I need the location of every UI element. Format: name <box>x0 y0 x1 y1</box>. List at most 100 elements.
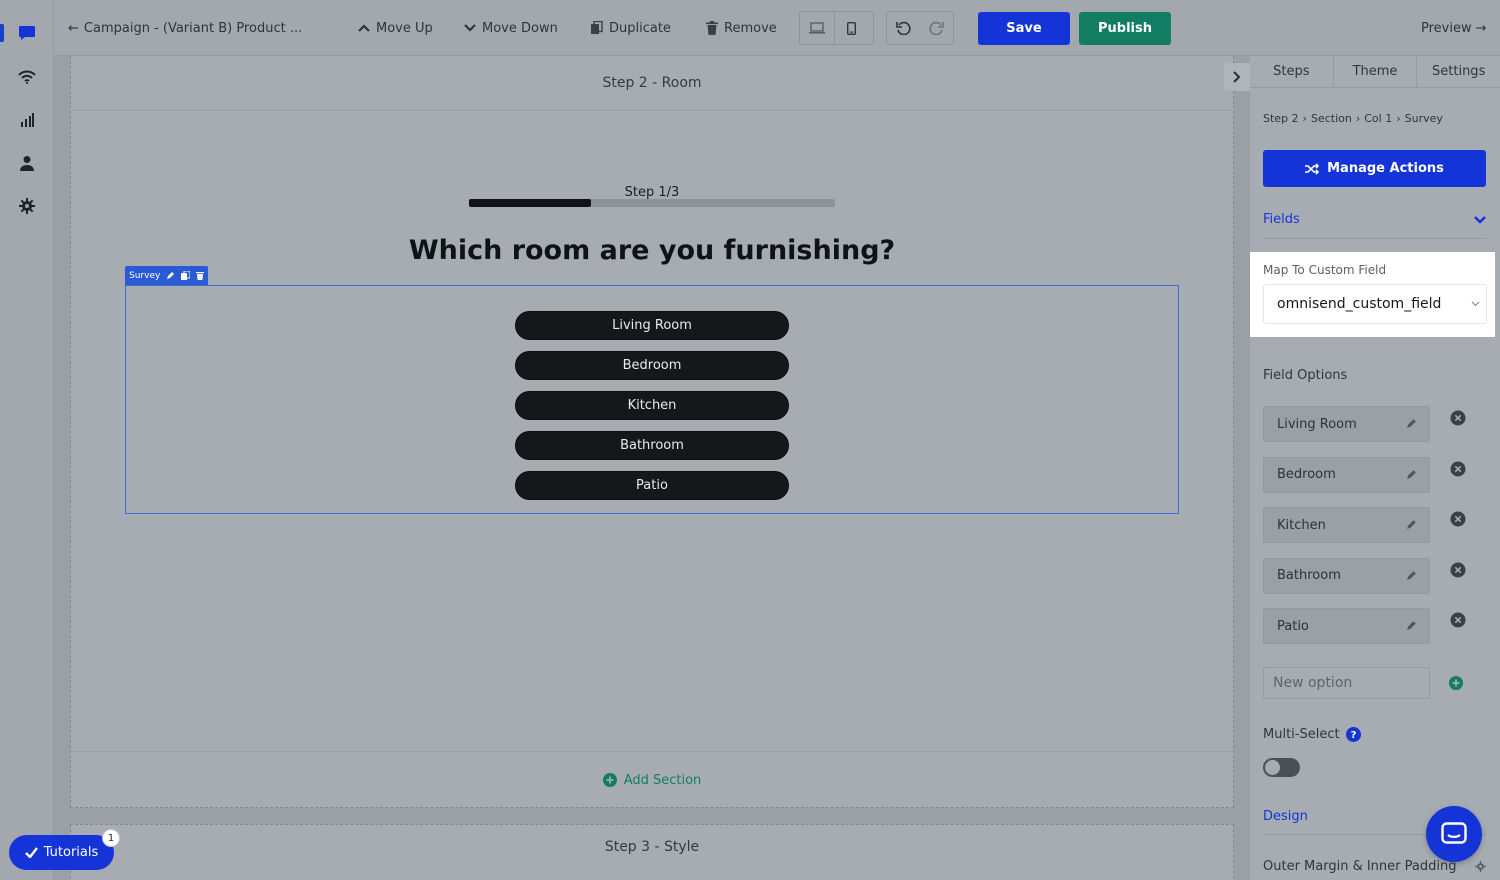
remove-option-icon[interactable] <box>1450 461 1466 477</box>
mobile-view-button[interactable] <box>834 12 868 44</box>
move-down-button[interactable]: Move Down <box>464 0 558 56</box>
check-icon <box>24 847 38 858</box>
publish-button[interactable]: Publish <box>1079 12 1171 45</box>
chevron-down-icon <box>1474 215 1486 224</box>
pencil-icon[interactable] <box>166 271 175 280</box>
step-2-title[interactable]: Step 2 - Room <box>71 56 1233 110</box>
manage-actions-button[interactable]: Manage Actions <box>1263 150 1486 187</box>
chevron-down-icon <box>464 24 476 32</box>
chat-bubble-icon <box>1441 822 1467 844</box>
survey-option-button[interactable]: Bedroom <box>515 351 789 380</box>
chat-launcher-button[interactable] <box>1426 806 1482 862</box>
multi-select-label: Multi-Select ? <box>1263 727 1361 742</box>
copy-icon <box>591 21 603 34</box>
pencil-icon[interactable] <box>1406 469 1417 480</box>
pencil-icon[interactable] <box>1406 418 1417 429</box>
preview-link[interactable]: Preview → <box>1421 0 1487 56</box>
back-link[interactable]: ← Campaign - (Variant B) Product ... <box>68 0 302 56</box>
step-2-container: Step 2 - Room Step 1/3 Which room are yo… <box>70 56 1234 808</box>
duplicate-button[interactable]: Duplicate <box>590 0 671 56</box>
wifi-icon[interactable] <box>17 67 37 87</box>
shuffle-icon <box>1305 162 1320 175</box>
editor-canvas: Step 2 - Room Step 1/3 Which room are yo… <box>54 56 1250 880</box>
tab-steps[interactable]: Steps <box>1250 56 1333 87</box>
copy-icon[interactable] <box>181 271 191 280</box>
pencil-icon[interactable] <box>1406 519 1417 530</box>
field-option-row[interactable]: Patio <box>1263 608 1430 644</box>
trash-icon[interactable] <box>196 271 205 280</box>
history-controls <box>886 11 954 45</box>
plus-circle-icon[interactable] <box>1449 676 1463 690</box>
device-toggle <box>799 11 874 45</box>
survey-option-button[interactable]: Kitchen <box>515 391 789 420</box>
help-icon[interactable]: ? <box>1345 727 1361 742</box>
field-option-row[interactable]: Bathroom <box>1263 557 1430 594</box>
redo-icon <box>929 21 944 35</box>
bar-chart-icon[interactable] <box>17 110 37 130</box>
chevron-right-icon: › <box>1355 112 1361 125</box>
remove-option-icon[interactable] <box>1450 410 1466 426</box>
new-option-input[interactable]: New option <box>1263 667 1430 699</box>
step-3-container: Step 3 - Style <box>70 824 1234 880</box>
trash-icon <box>706 21 718 35</box>
chat-icon[interactable] <box>17 23 37 43</box>
redo-button[interactable] <box>920 12 953 44</box>
field-option-row[interactable]: Bedroom <box>1263 456 1430 493</box>
field-option-row[interactable]: Living Room <box>1263 406 1430 442</box>
gear-icon[interactable] <box>17 196 37 216</box>
top-toolbar: ← Campaign - (Variant B) Product ... Mov… <box>54 0 1500 56</box>
tutorials-badge: 1 <box>102 829 120 847</box>
survey-option-button[interactable]: Living Room <box>515 311 789 340</box>
step-3-title[interactable]: Step 3 - Style <box>71 839 1233 855</box>
breadcrumb-section[interactable]: Section <box>1311 112 1352 125</box>
settings-panel: Steps Theme Settings Step 2 › Section › … <box>1250 56 1500 880</box>
left-nav <box>0 0 54 880</box>
save-button[interactable]: Save <box>978 12 1070 45</box>
gear-icon[interactable] <box>1475 861 1486 872</box>
question-heading[interactable]: Which room are you furnishing? <box>71 235 1233 266</box>
undo-icon <box>896 21 911 35</box>
breadcrumb-survey[interactable]: Survey <box>1405 112 1443 125</box>
add-section-button[interactable]: Add Section <box>71 752 1233 808</box>
map-custom-field-card: Map To Custom Field omnisend_custom_fiel… <box>1250 252 1495 337</box>
tab-settings[interactable]: Settings <box>1416 56 1500 87</box>
chevron-right-icon: › <box>1396 112 1401 125</box>
tab-theme[interactable]: Theme <box>1332 56 1417 87</box>
arrow-right-icon: → <box>1475 20 1487 36</box>
multi-select-toggle[interactable] <box>1263 758 1300 777</box>
remove-button[interactable]: Remove <box>706 0 777 56</box>
undo-button[interactable] <box>887 12 920 44</box>
breadcrumb-step[interactable]: Step 2 <box>1263 112 1299 125</box>
move-up-button[interactable]: Move Up <box>358 0 433 56</box>
survey-option-button[interactable]: Patio <box>515 471 789 500</box>
divider <box>1263 238 1486 239</box>
field-options-label: Field Options <box>1263 368 1348 383</box>
panel-tabs: Steps Theme Settings <box>1250 56 1500 88</box>
tutorials-button[interactable]: Tutorials <box>9 835 114 870</box>
desktop-view-button[interactable] <box>800 12 834 44</box>
remove-option-icon[interactable] <box>1450 511 1466 527</box>
pencil-icon[interactable] <box>1406 620 1417 631</box>
progress-fill <box>469 199 591 207</box>
field-option-row[interactable]: Kitchen <box>1263 507 1430 543</box>
breadcrumb: Step 2 › Section › Col 1 › Survey <box>1263 112 1443 125</box>
remove-option-icon[interactable] <box>1450 562 1466 578</box>
survey-option-button[interactable]: Bathroom <box>515 431 789 460</box>
pencil-icon[interactable] <box>1406 570 1417 581</box>
remove-option-icon[interactable] <box>1450 612 1466 628</box>
breadcrumb-col[interactable]: Col 1 <box>1364 112 1392 125</box>
chevron-up-icon <box>358 24 370 32</box>
fields-accordion-header[interactable]: Fields <box>1263 212 1486 227</box>
section[interactable]: Step 1/3 Which room are you furnishing? … <box>71 110 1233 752</box>
svg-text:?: ? <box>1350 730 1356 741</box>
user-icon[interactable] <box>17 153 37 173</box>
map-custom-field-label: Map To Custom Field <box>1263 263 1387 277</box>
chevron-down-icon <box>1471 301 1480 307</box>
survey-block[interactable]: Survey Living Room Bedroom Kitchen Bathroom… <box>125 266 1179 514</box>
arrow-left-icon: ← <box>68 20 79 36</box>
chevron-right-icon <box>1233 71 1241 83</box>
laptop-icon <box>809 22 825 34</box>
collapse-panel-button[interactable] <box>1224 63 1250 91</box>
campaign-title: Campaign - (Variant B) Product ... <box>83 20 303 36</box>
map-custom-field-select[interactable]: omnisend_custom_field <box>1263 284 1487 324</box>
